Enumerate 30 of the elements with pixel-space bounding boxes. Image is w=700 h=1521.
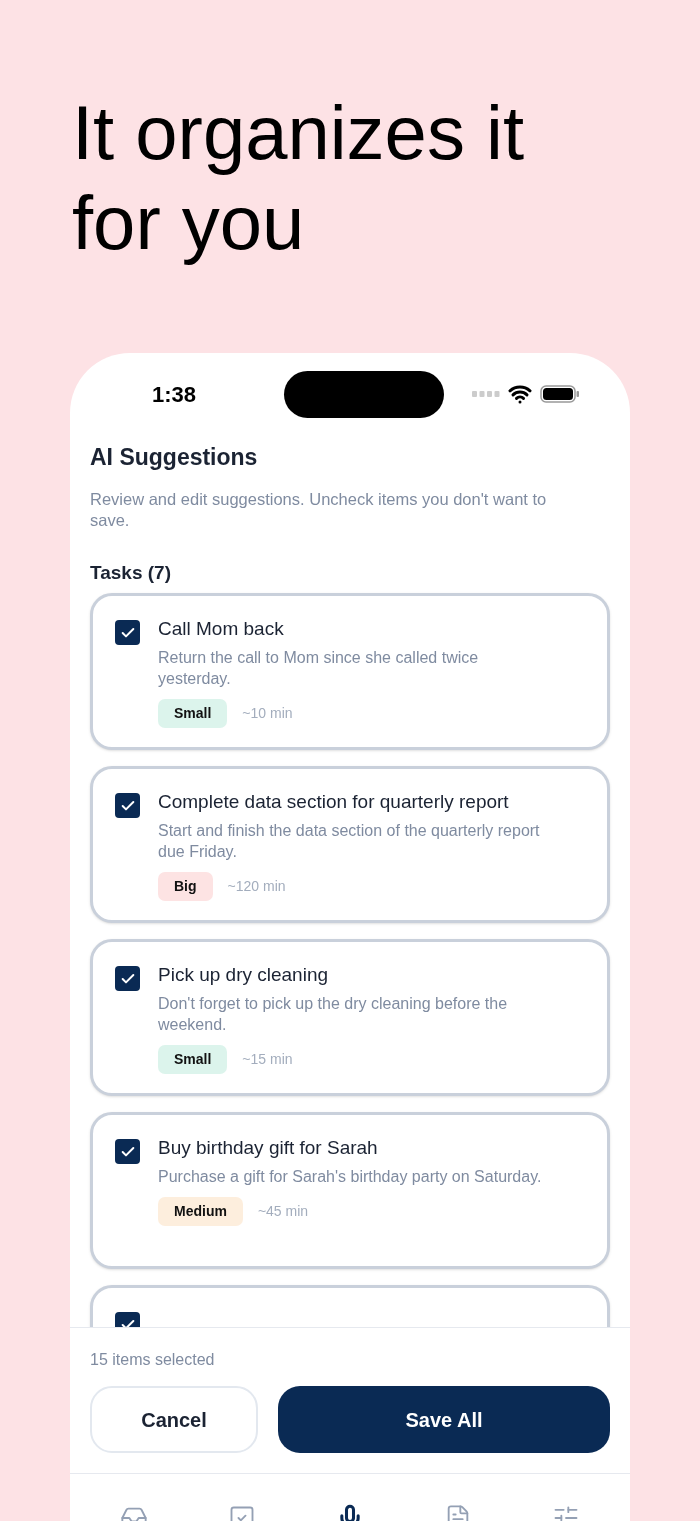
duration-text: ~15 min bbox=[242, 1050, 293, 1069]
task-title: Buy birthday gift for Sarah bbox=[158, 1136, 379, 1160]
screen-title: AI Suggestions bbox=[90, 443, 259, 472]
task-description: Return the call to Mom since she called twice yesterday. bbox=[158, 648, 480, 689]
checkbox[interactable] bbox=[115, 793, 140, 818]
size-tag: Small bbox=[158, 699, 228, 728]
checkbox[interactable] bbox=[115, 1139, 140, 1164]
selection-count: 15 items selected bbox=[90, 1350, 216, 1370]
battery-icon bbox=[540, 385, 580, 403]
size-tag: Small bbox=[158, 1045, 228, 1074]
size-tag: Medium bbox=[158, 1197, 243, 1226]
task-title: Pick up dry cleaning bbox=[158, 963, 330, 987]
duration-text: ~45 min bbox=[257, 1202, 309, 1221]
screen-subtitle: Review and edit suggestions. Uncheck items you don't want to save. bbox=[90, 488, 548, 531]
headline: It organizes it for you bbox=[72, 89, 525, 267]
cancel-button[interactable]: Cancel bbox=[90, 1386, 258, 1453]
task-description: Don't forget to pick up the dry cleaning before the weekend. bbox=[158, 994, 509, 1035]
duration-text: ~120 min bbox=[227, 877, 286, 896]
signal-icon bbox=[472, 391, 500, 397]
section-heading: Tasks (7) bbox=[90, 560, 172, 585]
task-description: Start and finish the data section of the quarterly report due Friday. bbox=[158, 821, 541, 862]
checkbox[interactable] bbox=[115, 966, 140, 991]
save-all-button[interactable]: Save All bbox=[278, 1386, 610, 1453]
duration-text: ~10 min bbox=[242, 704, 293, 723]
task-title: Complete data section for quarterly report bbox=[158, 790, 510, 814]
checkbox[interactable] bbox=[115, 620, 140, 645]
task-title: Call Mom back bbox=[158, 617, 285, 641]
size-tag: Big bbox=[158, 872, 213, 901]
task-description: Purchase a gift for Sarah's birthday party on Saturday. bbox=[158, 1167, 543, 1187]
status-time: 1:38 bbox=[152, 380, 198, 409]
